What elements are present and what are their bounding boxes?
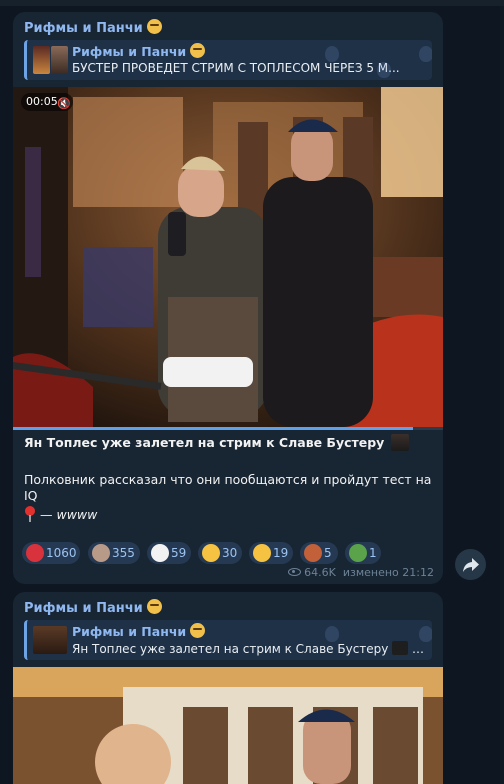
video-player[interactable] — [13, 667, 443, 784]
quote-text-label: Ян Топлес уже залетел на стрим к Славе Б… — [72, 642, 389, 656]
channel-post: Рифмы и Панчи Рифмы и Панчи Ян Топлес уж… — [13, 592, 443, 784]
scrollbar[interactable] — [500, 6, 504, 784]
reaction-count: 1 — [369, 546, 377, 560]
quote-text: БУСТЕР ПРОВЕДЕТ СТРИМ С ТОПЛЕСОМ ЧЕРЕЗ 5… — [72, 61, 400, 75]
reaction-count: 1060 — [46, 546, 77, 560]
reaction-face-sticker[interactable]: 355 — [88, 542, 140, 564]
thumbs-up-icon — [202, 544, 220, 562]
pepe-frog-icon — [349, 544, 367, 562]
reaction-devil-heart[interactable]: 1060 — [22, 542, 80, 564]
reaction-count: 19 — [273, 546, 289, 560]
quote-text: Ян Топлес уже залетел на стрим к Славе Б… — [72, 641, 432, 656]
sender-label: Рифмы и Панчи — [24, 601, 143, 616]
post-meta: 64.6K изменено 21:12 — [288, 566, 434, 579]
clown-icon — [151, 544, 169, 562]
quote-thumbnail — [33, 626, 67, 654]
forwarded-quote[interactable]: Рифмы и Панчи БУСТЕР ПРОВЕДЕТ СТРИМ С ТО… — [24, 40, 432, 80]
devil-heart-icon — [26, 544, 44, 562]
mind-blown-emoji-icon — [146, 19, 162, 34]
share-arrow-icon — [463, 558, 479, 572]
quote-title-label: Рифмы и Панчи — [72, 44, 187, 59]
flame-decoration-icon — [377, 62, 391, 78]
reaction-count: 355 — [112, 546, 135, 560]
post-paragraph: Полковник рассказал что они пообщаются и… — [24, 472, 432, 503]
reaction-pepe-frog[interactable]: 1 — [345, 542, 381, 564]
quote-title-label: Рифмы и Панчи — [72, 624, 187, 639]
reaction-thumbs-down[interactable]: 19 — [249, 542, 293, 564]
custom-emoji-icon — [390, 434, 409, 451]
mute-icon[interactable]: 🔇 — [57, 97, 71, 110]
video-timestamp: 00:05 🔇 — [21, 93, 73, 111]
thumbs-down-icon — [253, 544, 271, 562]
quote-title: Рифмы и Панчи — [72, 623, 206, 639]
quote-thumbnail-2 — [51, 46, 68, 74]
reaction-thumbs-up[interactable]: 30 — [198, 542, 242, 564]
views-eye-icon — [288, 568, 302, 576]
forwarded-quote[interactable]: Рифмы и Панчи Ян Топлес уже залетел на с… — [24, 620, 432, 660]
face-sticker-icon — [92, 544, 110, 562]
reaction-count: 59 — [171, 546, 187, 560]
video-time-label: 00:05 — [26, 95, 58, 108]
video-frame — [13, 87, 443, 427]
video-progress-bar[interactable] — [13, 427, 443, 430]
sender-name[interactable]: Рифмы и Панчи — [24, 599, 162, 616]
mind-blown-emoji-icon — [190, 623, 206, 638]
view-count: 64.6K — [304, 566, 336, 579]
red-pin-icon — [25, 506, 35, 522]
top-strip — [0, 0, 504, 6]
reaction-count: 30 — [222, 546, 238, 560]
mustache-face-icon — [304, 544, 322, 562]
post-headline: Ян Топлес уже залетел на стрим к Славе Б… — [24, 434, 434, 451]
flame-decoration-icon — [325, 626, 339, 642]
edited-timestamp: изменено 21:12 — [342, 566, 434, 579]
sender-label: Рифмы и Панчи — [24, 21, 143, 36]
share-button[interactable] — [455, 549, 486, 580]
channel-post: Рифмы и Панчи Рифмы и Панчи БУСТЕР ПРОВЕ… — [13, 12, 443, 584]
flame-decoration-icon — [419, 46, 432, 62]
quote-thumbnail-1 — [33, 46, 50, 74]
quote-text-more: По... — [412, 642, 432, 656]
reactions-bar: 1060 355 59 30 19 5 1 — [22, 542, 437, 564]
flame-decoration-icon — [419, 626, 432, 642]
post-footer: — wwww — [24, 506, 434, 523]
quote-title: Рифмы и Панчи — [72, 43, 206, 59]
headline-text: Ян Топлес уже залетел на стрим к Славе Б… — [24, 435, 385, 450]
video-progress-fill — [13, 427, 413, 430]
mind-blown-emoji-icon — [146, 599, 162, 614]
reaction-clown[interactable]: 59 — [147, 542, 191, 564]
sender-name[interactable]: Рифмы и Панчи — [24, 19, 162, 36]
reaction-count: 5 — [324, 546, 332, 560]
reaction-mustache-face[interactable]: 5 — [300, 542, 338, 564]
mind-blown-emoji-icon — [190, 43, 206, 58]
video-frame — [13, 667, 443, 784]
custom-emoji-icon — [392, 641, 409, 655]
footer-text: — wwww — [40, 507, 98, 522]
flame-decoration-icon — [325, 46, 339, 62]
video-player[interactable]: 00:05 🔇 — [13, 87, 443, 427]
